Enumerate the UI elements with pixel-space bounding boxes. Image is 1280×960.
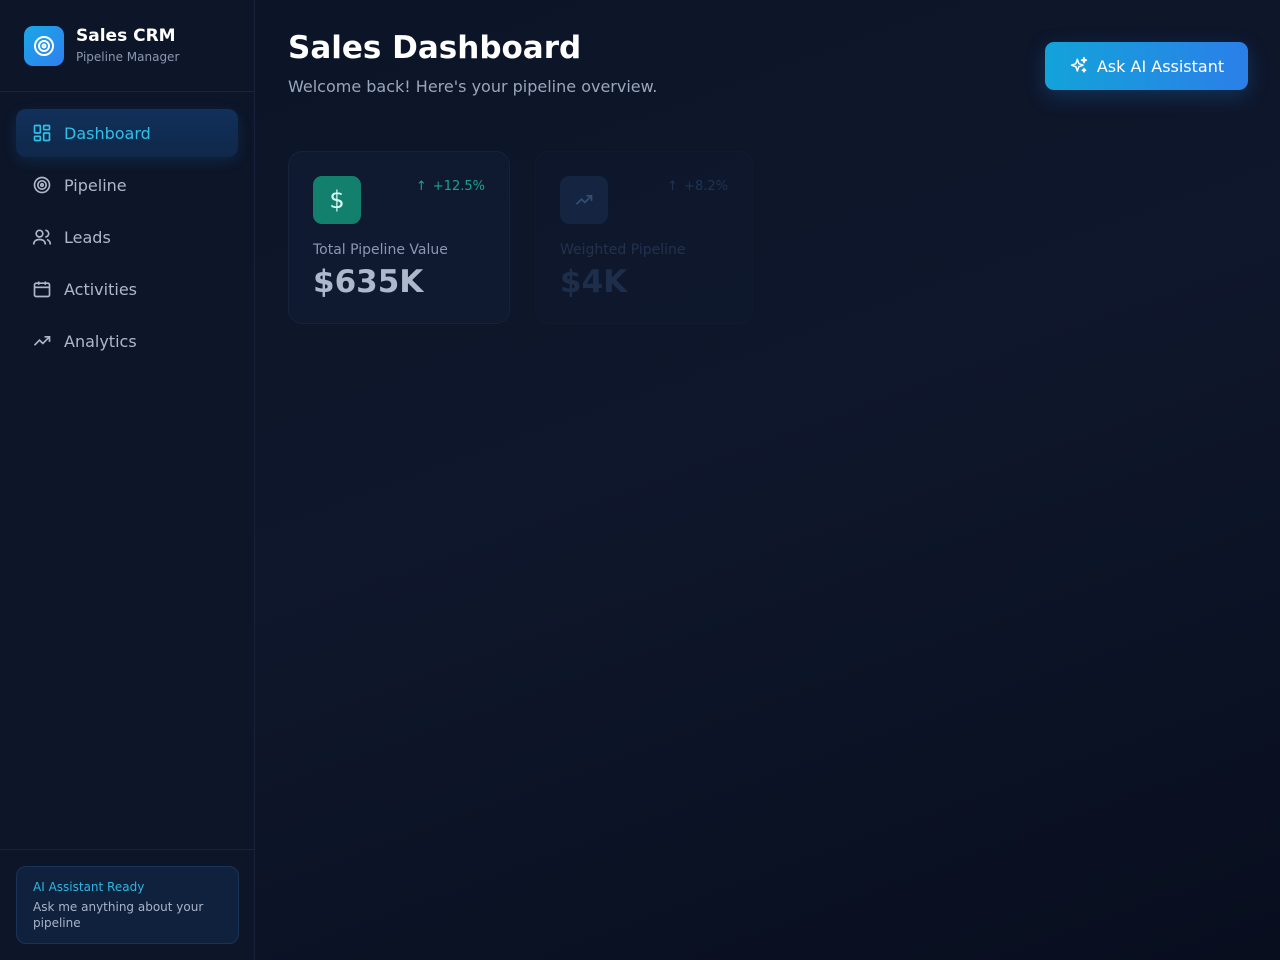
sidebar-item-leads[interactable]: Leads bbox=[16, 213, 238, 261]
stat-value: $4K bbox=[560, 264, 628, 300]
assistant-status-card: AI Assistant Ready Ask me anything about… bbox=[16, 866, 239, 944]
sidebar-item-label: Analytics bbox=[64, 331, 137, 351]
stat-card-total-pipeline: $ ↑ +12.5% Total Pipeline Value $635K bbox=[288, 151, 510, 324]
target-icon bbox=[24, 25, 64, 66]
sidebar-item-label: Leads bbox=[64, 227, 111, 247]
app-root: Sales CRM Pipeline Manager Dashboard Pip… bbox=[0, 0, 1280, 960]
sidebar-item-analytics[interactable]: Analytics bbox=[16, 317, 238, 365]
stat-change: ↑ +8.2% bbox=[667, 179, 728, 194]
brand-text: Sales CRM Pipeline Manager bbox=[76, 25, 179, 66]
sparkles-icon bbox=[1069, 56, 1089, 76]
ask-ai-assistant-button[interactable]: Ask AI Assistant bbox=[1045, 42, 1248, 90]
target-icon bbox=[32, 175, 52, 195]
brand-title: Sales CRM bbox=[76, 26, 176, 46]
sidebar-divider bbox=[0, 849, 255, 850]
calendar-icon bbox=[32, 279, 52, 299]
arrow-up-icon: ↑ bbox=[667, 179, 679, 194]
sidebar: Sales CRM Pipeline Manager Dashboard Pip… bbox=[0, 0, 255, 960]
assistant-status-text: Ask me anything about your pipeline bbox=[33, 900, 204, 930]
brand-subtitle: Pipeline Manager bbox=[76, 50, 180, 64]
stat-card-weighted-pipeline: ↑ +8.2% Weighted Pipeline $4K bbox=[535, 151, 753, 324]
trending-up-icon bbox=[32, 331, 52, 351]
sidebar-item-label: Pipeline bbox=[64, 175, 127, 195]
dollar-icon: $ bbox=[313, 176, 361, 224]
stat-change: ↑ +12.5% bbox=[416, 179, 485, 194]
sidebar-item-pipeline[interactable]: Pipeline bbox=[16, 161, 238, 209]
sidebar-item-activities[interactable]: Activities bbox=[16, 265, 238, 313]
main-content: Sales Dashboard Welcome back! Here's you… bbox=[255, 0, 1280, 960]
stat-label: Weighted Pipeline bbox=[560, 242, 686, 258]
stat-change-value: +12.5% bbox=[432, 179, 485, 194]
sidebar-item-label: Dashboard bbox=[64, 123, 151, 143]
assistant-status-title: AI Assistant Ready bbox=[33, 880, 145, 894]
page-title: Sales Dashboard bbox=[288, 30, 582, 66]
brand-header: Sales CRM Pipeline Manager bbox=[0, 0, 254, 92]
sidebar-nav: Dashboard Pipeline Leads Activities Anal… bbox=[0, 92, 254, 365]
sidebar-item-label: Activities bbox=[64, 279, 137, 299]
dashboard-grid-icon bbox=[32, 123, 52, 143]
ask-ai-assistant-label: Ask AI Assistant bbox=[1096, 56, 1225, 76]
stat-value: $635K bbox=[313, 264, 424, 300]
users-icon bbox=[32, 227, 52, 247]
stat-change-value: +8.2% bbox=[684, 179, 728, 194]
arrow-up-icon: ↑ bbox=[415, 179, 427, 194]
sidebar-item-dashboard[interactable]: Dashboard bbox=[16, 109, 238, 157]
stat-label: Total Pipeline Value bbox=[313, 242, 448, 258]
page-subtitle: Welcome back! Here's your pipeline overv… bbox=[288, 77, 658, 96]
trending-up-icon bbox=[560, 176, 608, 224]
